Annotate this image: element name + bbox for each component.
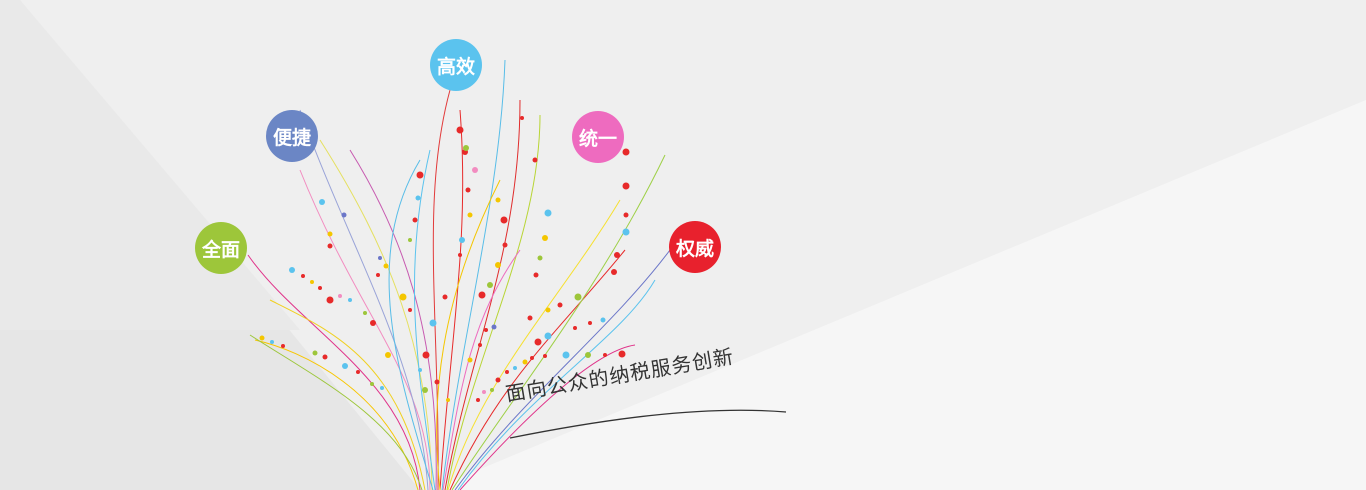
bubble-quanwei: 权威	[669, 221, 721, 273]
bubble-tongyi: 统一	[572, 111, 624, 163]
bubble-quanmian: 全面	[195, 222, 247, 274]
banner: 高效 便捷 统一 全面 权威 面向公众的纳税服务创新	[0, 0, 1366, 490]
bubble-bianjie: 便捷	[266, 110, 318, 162]
bubble-gaoxiao: 高效	[430, 39, 482, 91]
